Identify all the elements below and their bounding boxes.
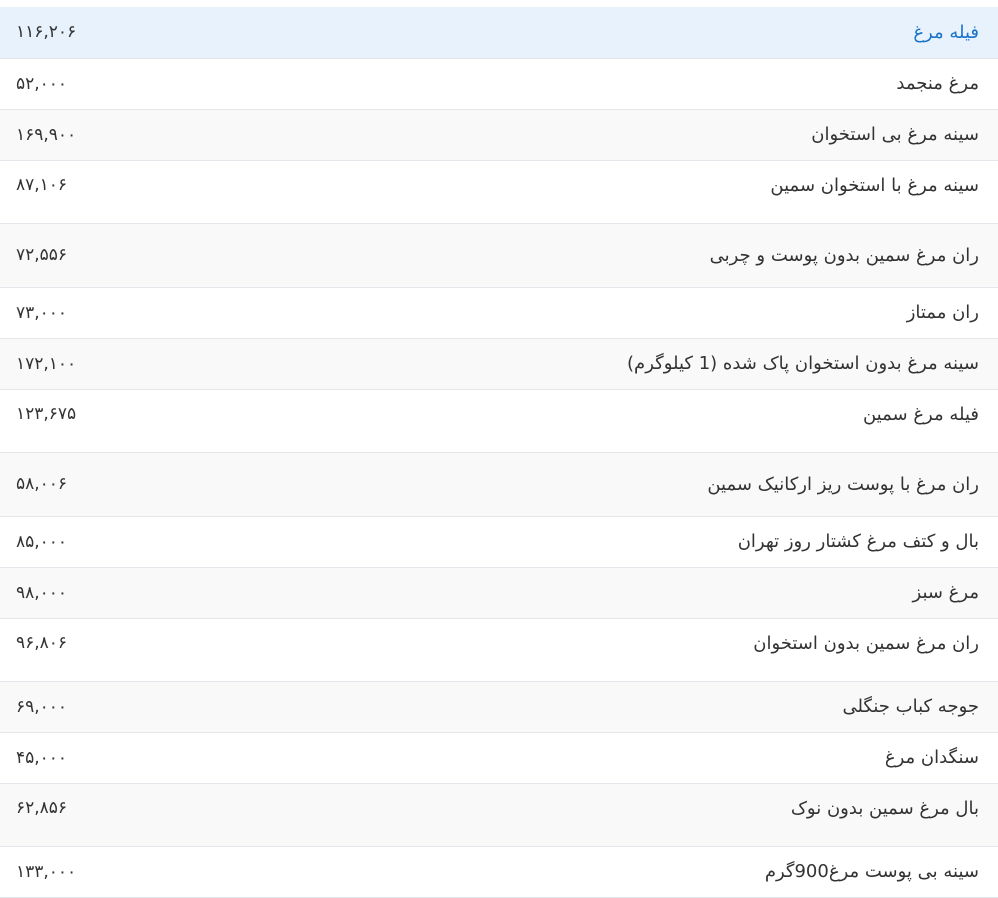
product-name-link[interactable]: فیله مرغ [197, 7, 998, 58]
product-name: مرغ منجمد [896, 73, 979, 94]
product-name: جوجه کباب جنگلی [197, 681, 998, 732]
table-row: ران مرغ سمین بدون استخوان ۹۶,۸۰۶ [0, 618, 998, 681]
table-row: جوجه کباب جنگلی ۶۹,۰۰۰ [0, 681, 998, 732]
product-price: ۸۵,۰۰۰ [16, 531, 68, 552]
product-name: ران ممتاز [906, 302, 979, 323]
product-name: ران مرغ سمین بدون پوست و چربی [197, 223, 998, 287]
product-name: سنگدان مرغ [884, 747, 979, 768]
product-price: ۱۶۹,۹۰۰ [0, 109, 198, 160]
product-name: بال و کتف مرغ کشتار روز تهران [737, 531, 979, 552]
product-name: مرغ سبز [197, 567, 998, 618]
product-price: ۵۸,۰۰۶ [0, 452, 198, 516]
product-name: فیله مرغ سمین [862, 403, 979, 425]
table-row: مرغ منجمد ۵۲,۰۰۰ [0, 58, 998, 109]
table-row: سینه بی پوست مرغ900گرم ۱۳۳,۰۰۰ [0, 846, 998, 897]
product-price: ۹۶,۸۰۶ [16, 632, 68, 653]
table-row[interactable]: فیله مرغ ۱۱۶,۲۰۶ [0, 7, 998, 58]
table-row: بال مرغ سمین بدون نوک ۶۲,۸۵۶ [0, 783, 998, 846]
product-price: ۶۹,۰۰۰ [0, 681, 198, 732]
product-price: ۶۲,۸۵۶ [0, 783, 198, 846]
product-price: ۷۲,۵۵۶ [0, 223, 198, 287]
table-row: سینه مرغ بدون استخوان پاک شده (1 کیلوگرم… [0, 338, 998, 389]
chicken-price-table: فیله مرغ ۱۱۶,۲۰۶ مرغ منجمد ۵۲,۰۰۰ سینه م… [0, 7, 998, 898]
table-row: سنگدان مرغ ۴۵,۰۰۰ [0, 732, 998, 783]
product-name: بال مرغ سمین بدون نوک [197, 783, 998, 846]
table-row: ران مرغ با پوست ریز ارکانیک سمین ۵۸,۰۰۶ [0, 452, 998, 516]
product-name: ران مرغ با پوست ریز ارکانیک سمین [197, 452, 998, 516]
product-price: ۸۷,۱۰۶ [16, 174, 68, 195]
table-row: سینه مرغ با استخوان سمین ۸۷,۱۰۶ [0, 160, 998, 223]
product-price: ۵۲,۰۰۰ [16, 73, 68, 94]
product-name: سینه مرغ بدون استخوان پاک شده (1 کیلوگرم… [197, 338, 998, 389]
table-row: فیله مرغ سمین ۱۲۳,۶۷۵ [0, 389, 998, 452]
table-row: بال و کتف مرغ کشتار روز تهران ۸۵,۰۰۰ [0, 516, 998, 567]
table-row: ران مرغ سمین بدون پوست و چربی ۷۲,۵۵۶ [0, 223, 998, 287]
table-row: مرغ سبز ۹۸,۰۰۰ [0, 567, 998, 618]
product-price: ۹۸,۰۰۰ [0, 567, 198, 618]
product-price: ۴۵,۰۰۰ [16, 747, 68, 768]
product-name: سینه بی پوست مرغ900گرم [764, 861, 979, 882]
product-name: ران مرغ سمین بدون استخوان [753, 632, 979, 654]
product-price: ۱۳۳,۰۰۰ [16, 861, 77, 882]
product-name: سینه مرغ با استخوان سمین [770, 174, 979, 196]
product-name: سینه مرغ بی استخوان [197, 109, 998, 160]
product-price: ۷۳,۰۰۰ [16, 302, 68, 323]
table-row: ران ممتاز ۷۳,۰۰۰ [0, 287, 998, 338]
product-price: ۱۲۳,۶۷۵ [16, 403, 77, 424]
product-price: ۱۱۶,۲۰۶ [0, 7, 198, 58]
product-price: ۱۷۲,۱۰۰ [0, 338, 198, 389]
table-row: سینه مرغ بی استخوان ۱۶۹,۹۰۰ [0, 109, 998, 160]
